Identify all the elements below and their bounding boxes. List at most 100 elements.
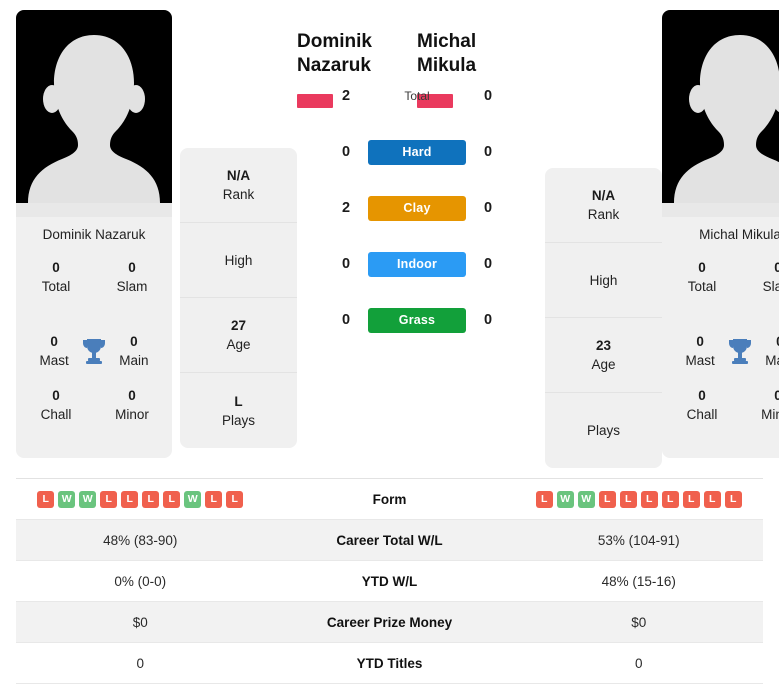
left-titles-row-3: 0 Chall 0 Minor	[22, 386, 166, 444]
left-titles-minor: 0 Minor	[106, 386, 158, 424]
right-titles-row-1: 0 Total 0 Slam	[668, 258, 779, 316]
left-player-card: Dominik Nazaruk 0 Total 0 Slam 0 Mast 0 …	[16, 10, 172, 458]
right-titles-mast: 0 Mast	[676, 332, 724, 370]
left-info-age-value: 27	[230, 318, 247, 333]
h2h-clay-right: 0	[483, 200, 493, 216]
right-info-age-label: Age	[591, 357, 616, 372]
right-titles-minor-value: 0	[774, 388, 779, 403]
right-info-age: 23 Age	[545, 318, 662, 393]
stats-label-form: Form	[372, 491, 407, 507]
right-titles-row-3: 0 Chall 0 Minor	[668, 386, 779, 444]
left-titles-slam: 0 Slam	[106, 258, 158, 296]
right-career-prize-money: $0	[631, 614, 647, 630]
left-ytd-titles: 0	[136, 655, 144, 671]
right-info-plays-label: Plays	[586, 423, 620, 438]
h2h-indoor-right: 0	[483, 256, 493, 272]
h2h-indoor-badge-wrap: Indoor	[368, 251, 466, 277]
left-titles-mast-label: Mast	[39, 353, 69, 368]
left-titles-total-value: 0	[52, 260, 60, 275]
stats-row-ytd-titles: 0 YTD Titles 0	[16, 643, 763, 684]
h2h-hard-right: 0	[483, 144, 493, 160]
right-player-photo	[662, 10, 779, 217]
left-titles-main-value: 0	[130, 334, 138, 349]
form-badge-w: W	[577, 490, 595, 508]
left-titles-minor-value: 0	[128, 388, 136, 403]
right-titles-grid: 0 Total 0 Slam 0 Mast	[662, 258, 779, 458]
right-titles-main-value: 0	[756, 332, 779, 351]
h2h-indoor-left: 0	[341, 256, 351, 272]
right-titles-main: 0 Main	[756, 332, 779, 370]
left-career-total-wl: 48% (83-90)	[103, 532, 178, 548]
right-player-card-name: Michal Mikula	[699, 227, 779, 242]
right-titles-chall-value: 0	[698, 388, 706, 403]
form-badge-l: L	[619, 490, 637, 508]
h2h-total-label: Total	[404, 89, 430, 103]
h2h-total-left: 2	[341, 88, 351, 104]
form-badge-l: L	[682, 490, 700, 508]
form-badge-l: L	[535, 490, 553, 508]
left-titles-row-2: 0 Mast 0 Main	[22, 322, 166, 380]
form-badge-l: L	[598, 490, 616, 508]
surface-badge-indoor[interactable]: Indoor	[368, 251, 466, 277]
left-info-plays: L Plays	[180, 373, 297, 448]
right-titles-chall-label: Chall	[686, 407, 718, 422]
left-player-card-name: Dominik Nazaruk	[42, 227, 146, 242]
right-titles-slam-label: Slam	[762, 279, 779, 294]
left-titles-chall-label: Chall	[40, 407, 72, 422]
form-badge-l: L	[205, 490, 223, 508]
left-info-rank: N/A Rank	[180, 148, 297, 223]
h2h-total-right: 0	[483, 88, 493, 104]
h2h-clay-left: 2	[341, 200, 351, 216]
right-info-column: N/A Rank High 23 Age Plays	[545, 10, 662, 468]
stats-row-career-prize-money: $0 Career Prize Money $0	[16, 602, 763, 643]
form-badge-w: W	[79, 490, 97, 508]
left-info-plays-value: L	[234, 393, 243, 409]
left-titles-row-1: 0 Total 0 Slam	[22, 258, 166, 316]
h2h-row-hard: 0 Hard 0	[322, 124, 512, 180]
stats-row-form: LWWLLLLWLL Form LWWLLLLLLL	[16, 479, 763, 520]
left-info-high-label: High	[224, 252, 253, 268]
left-titles-mast: 0 Mast	[30, 332, 78, 370]
left-info-rank-value: N/A	[226, 168, 251, 183]
head-to-head-column: Dominik Nazaruk Michal Mikula 2 Total 0 …	[297, 10, 537, 333]
right-info-plays: Plays	[545, 393, 662, 468]
head-to-head-inner: Dominik Nazaruk Michal Mikula 2 Total 0 …	[297, 10, 537, 333]
right-player-first-name: Michal	[417, 31, 477, 52]
stats-label-ytd-wl: YTD W/L	[361, 573, 418, 589]
right-form-cell: LWWLLLLLLL	[515, 490, 764, 508]
left-player-first-name: Dominik	[297, 31, 372, 52]
right-titles-slam: 0 Slam	[752, 258, 779, 296]
form-badge-l: L	[226, 490, 244, 508]
right-titles-mast-value: 0	[696, 334, 704, 349]
right-info-age-value: 23	[595, 338, 612, 353]
left-titles-main: 0 Main	[110, 332, 158, 370]
left-info-rank-label: Rank	[222, 187, 255, 202]
head-to-head-stack: 2 Total 0 0 Hard 0 2 Clay 0 0 Indoor 0 0…	[322, 68, 512, 348]
player-comparison-page: Dominik Nazaruk 0 Total 0 Slam 0 Mast 0 …	[0, 0, 779, 699]
form-badge-l: L	[37, 490, 55, 508]
surface-badge-grass[interactable]: Grass	[368, 307, 466, 333]
h2h-row-clay: 2 Clay 0	[322, 180, 512, 236]
stats-label-career-prize-money: Career Prize Money	[326, 614, 453, 630]
right-info-rank: N/A Rank	[545, 168, 662, 243]
right-titles-total: 0 Total	[676, 258, 728, 296]
h2h-grass-left: 0	[341, 312, 351, 328]
person-silhouette-icon	[28, 35, 160, 217]
left-info-column: N/A Rank High 27 Age L Plays	[180, 10, 297, 448]
left-titles-grid: 0 Total 0 Slam 0 Mast 0 Main 0 Chall 0 M…	[16, 258, 172, 458]
left-titles-chall: 0 Chall	[30, 386, 82, 424]
h2h-total-label-wrap: Total	[368, 87, 466, 105]
surface-badge-hard[interactable]: Hard	[368, 139, 466, 165]
left-form-cell: LWWLLLLWLL	[16, 490, 265, 508]
right-info-high-label: High	[589, 272, 618, 288]
h2h-grass-right: 0	[483, 312, 493, 328]
photo-base-strip	[662, 203, 779, 217]
form-badge-w: W	[58, 490, 76, 508]
form-badge-l: L	[163, 490, 181, 508]
left-player-column: Dominik Nazaruk 0 Total 0 Slam 0 Mast 0 …	[16, 10, 172, 458]
surface-badge-clay[interactable]: Clay	[368, 195, 466, 221]
left-titles-chall-value: 0	[52, 388, 60, 403]
left-titles-minor-label: Minor	[115, 407, 149, 422]
comparison-header: Dominik Nazaruk 0 Total 0 Slam 0 Mast 0 …	[0, 0, 779, 470]
right-titles-row-2: 0 Mast M	[668, 322, 779, 380]
